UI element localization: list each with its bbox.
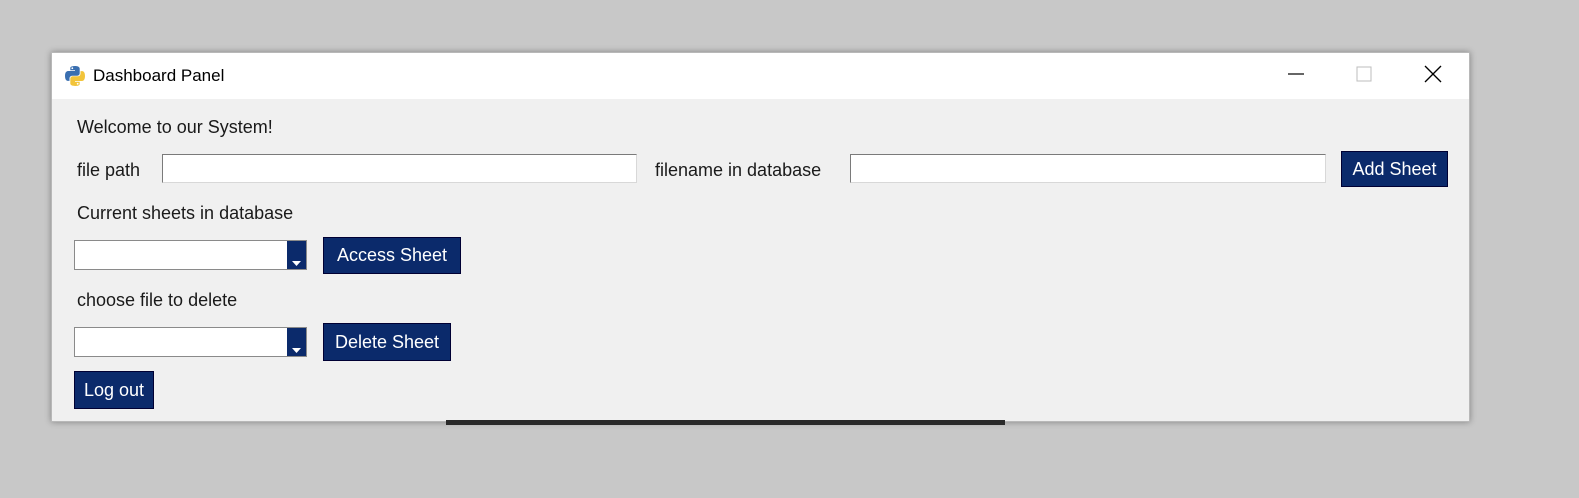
minimize-icon [1288,66,1304,87]
background-window-edge [446,420,1005,425]
delete-sheet-combobox[interactable] [74,327,307,357]
close-button[interactable] [1399,53,1467,99]
logout-button[interactable]: Log out [74,371,154,409]
file-path-input[interactable] [162,154,637,183]
maximize-button[interactable] [1330,53,1398,99]
maximize-icon [1356,66,1372,87]
title-bar[interactable]: Dashboard Panel [52,53,1469,99]
filename-label: filename in database [655,160,822,180]
current-sheets-combobox[interactable] [74,240,307,270]
delete-sheet-button[interactable]: Delete Sheet [323,323,451,361]
minimize-button[interactable] [1262,53,1330,99]
current-sheets-label: Current sheets in database [77,203,294,223]
chevron-down-icon[interactable] [287,328,306,356]
filename-input[interactable] [850,154,1326,183]
access-sheet-button[interactable]: Access Sheet [323,237,461,274]
welcome-text: Welcome to our System! [77,117,273,137]
python-icon [64,65,86,87]
window-title: Dashboard Panel [93,66,225,85]
chevron-down-icon[interactable] [287,241,306,269]
dashboard-window: Dashboard Panel Welcome to our System! f… [51,52,1470,422]
add-sheet-button[interactable]: Add Sheet [1341,151,1448,187]
file-path-label: file path [77,160,141,180]
close-icon [1424,65,1442,88]
delete-choice-label: choose file to delete [77,290,238,310]
